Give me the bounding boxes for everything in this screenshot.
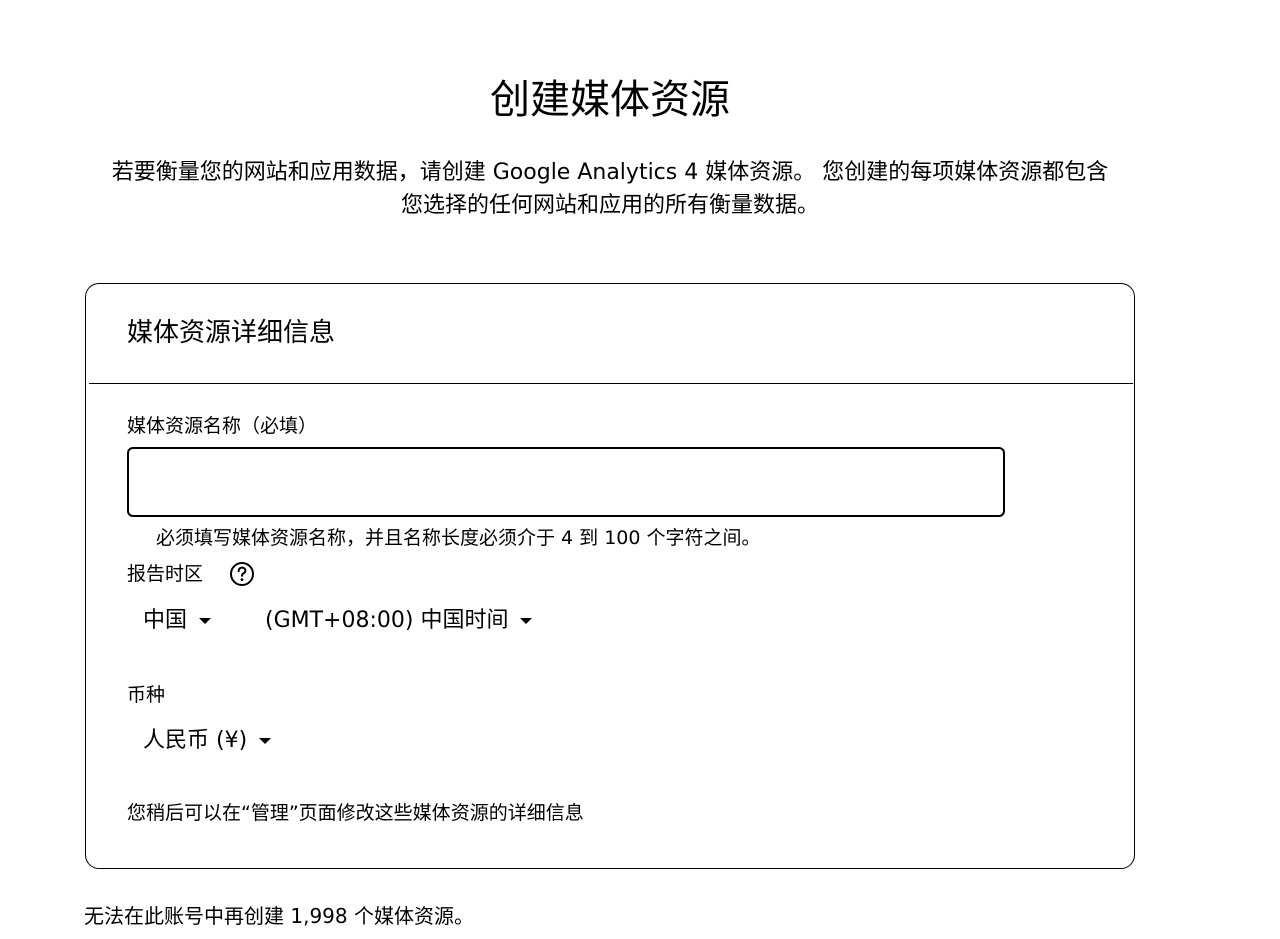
page-intro: 若要衡量您的网站和应用数据，请创建 Google Analytics 4 媒体资… — [20, 156, 1200, 222]
currency-dropdown-value: 人民币 (¥) — [143, 728, 248, 753]
country-dropdown-value: 中国 — [143, 608, 188, 633]
property-limit-note: 无法在此账号中再创建 1,998 个媒体资源。 — [84, 904, 474, 928]
property-name-hint: 必须填写媒体资源名称，并且名称长度必须介于 4 到 100 个字符之间。 — [156, 527, 761, 549]
page-title: 创建媒体资源 — [490, 77, 730, 123]
card-footnote: 您稍后可以在“管理”页面修改这些媒体资源的详细信息 — [127, 802, 584, 824]
property-name-label: 媒体资源名称（必填） — [127, 415, 318, 437]
currency-label: 币种 — [127, 684, 166, 706]
card-divider — [89, 383, 1133, 384]
property-details-card: 媒体资源详细信息 媒体资源名称（必填） 必须填写媒体资源名称，并且名称长度必须介… — [85, 283, 1135, 869]
timezone-dropdown[interactable]: (GMT+08:00) 中国时间 — [265, 606, 533, 636]
help-circle-icon[interactable] — [229, 561, 255, 587]
property-name-input[interactable] — [127, 447, 1005, 517]
intro-line-1: 若要衡量您的网站和应用数据，请创建 Google Analytics 4 媒体资… — [111, 160, 1109, 185]
create-property-page: 创建媒体资源 若要衡量您的网站和应用数据，请创建 Google Analytic… — [0, 0, 1280, 939]
currency-dropdown[interactable]: 人民币 (¥) — [143, 726, 272, 756]
dropdown-arrow-icon — [520, 618, 533, 624]
timezone-dropdown-value: (GMT+08:00) 中国时间 — [265, 608, 509, 633]
intro-line-2: 您选择的任何网站和应用的所有衡量数据。 — [400, 193, 819, 218]
timezone-label: 报告时区 — [127, 563, 204, 585]
country-dropdown[interactable]: 中国 — [143, 606, 212, 636]
dropdown-arrow-icon — [259, 738, 272, 744]
dropdown-arrow-icon — [199, 618, 212, 624]
card-title: 媒体资源详细信息 — [127, 318, 336, 348]
